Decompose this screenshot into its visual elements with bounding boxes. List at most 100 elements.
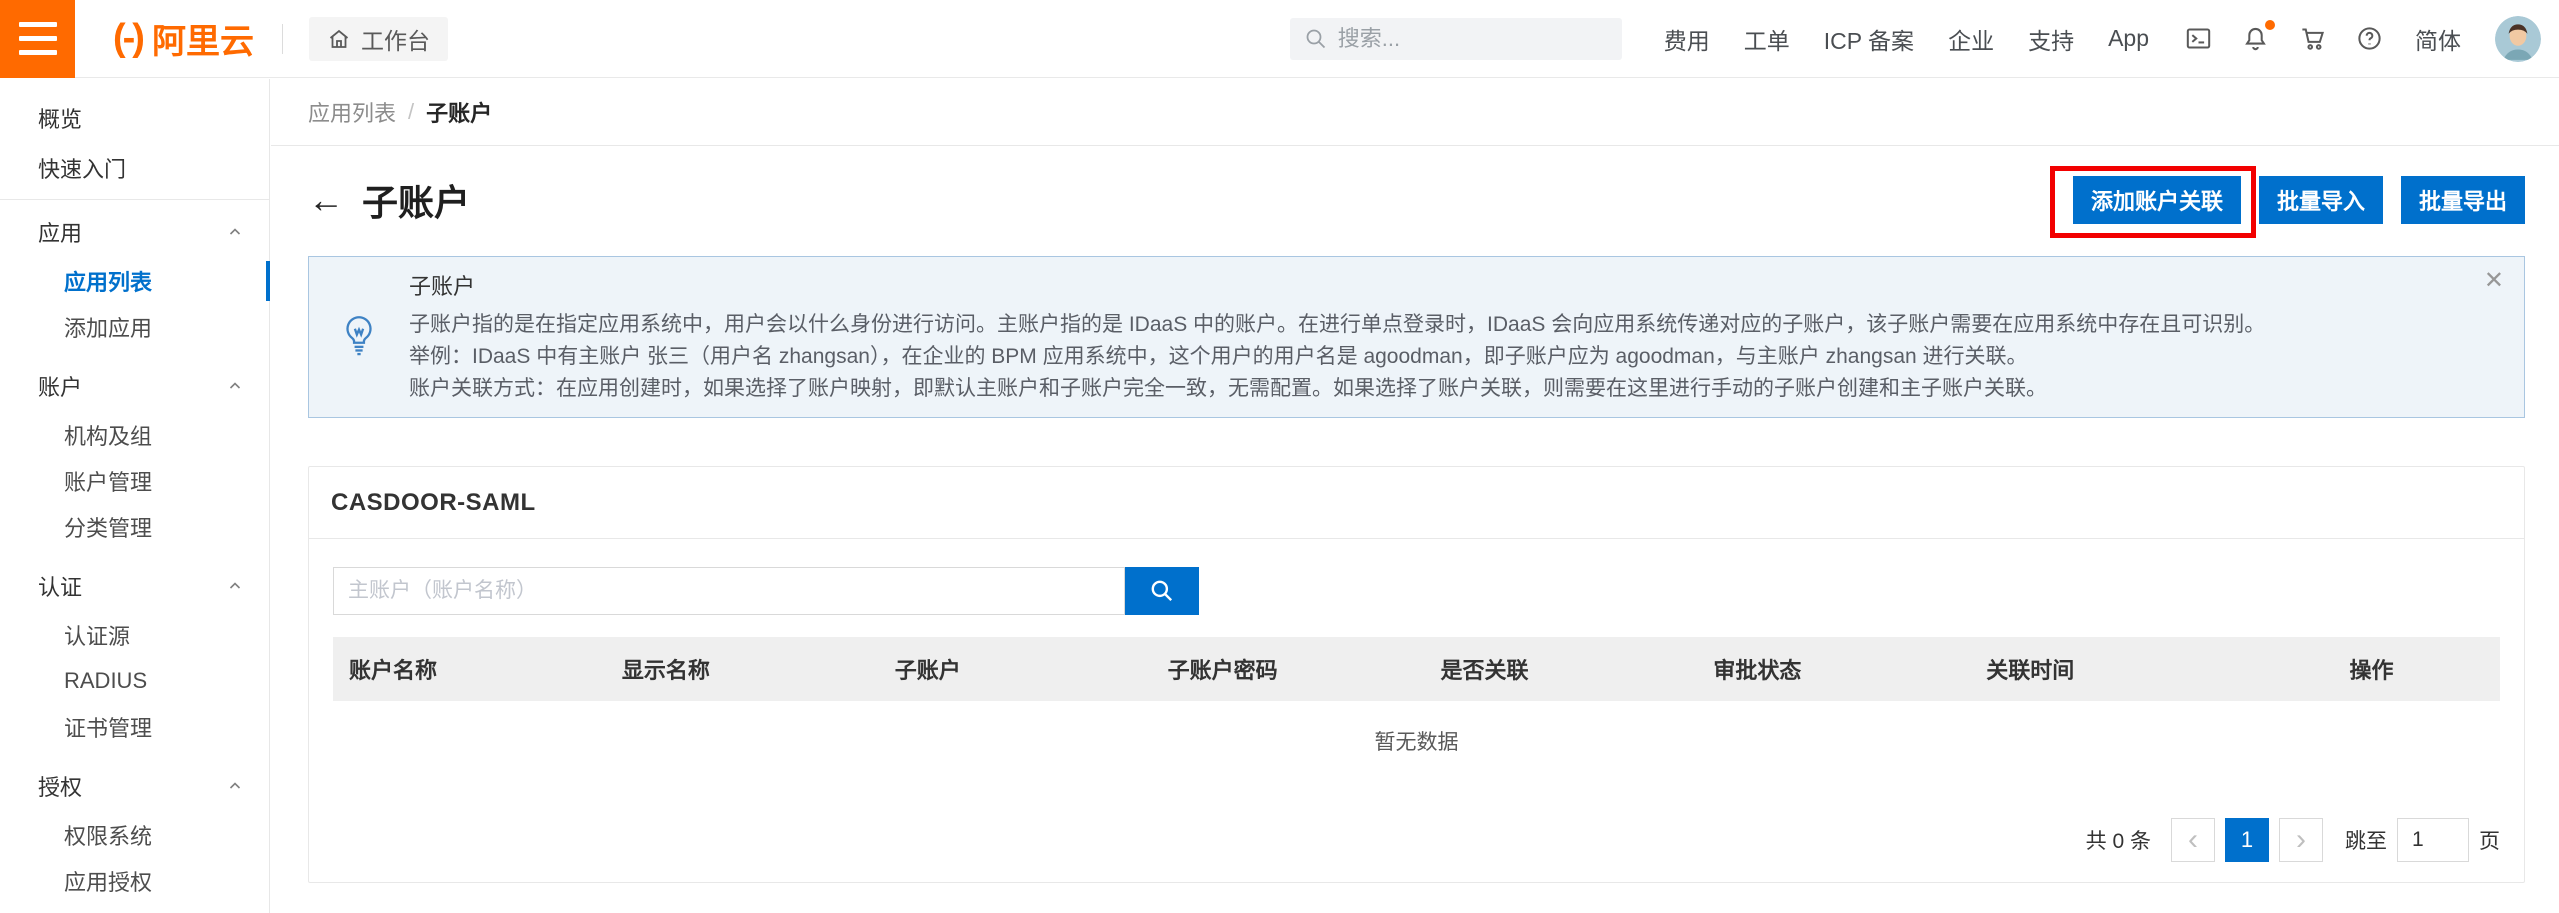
sidebar-item-label: 概览 (38, 102, 82, 134)
home-icon (327, 27, 351, 51)
add-account-link-button[interactable]: 添加账户关联 (2073, 176, 2241, 224)
cart-icon[interactable] (2299, 25, 2326, 52)
action-buttons: 添加账户关联 批量导入 批量导出 (2073, 176, 2525, 224)
sidebar-group-authentication: 认证 认证源 RADIUS 证书管理 (0, 560, 269, 750)
chevron-left-icon: ‹ (2188, 825, 2198, 855)
sidebar-separator (0, 199, 269, 200)
search-button[interactable] (1125, 567, 1199, 615)
application-card: CASDOOR-SAML 账户名称 显示名称 子账户 子账户密码 是否关联 审批… (308, 466, 2525, 883)
sidebar-item-auth-sources[interactable]: 认证源 (0, 612, 269, 658)
sidebar-group-header-applications[interactable]: 应用 (0, 206, 269, 258)
workbench-button[interactable]: 工作台 (309, 17, 448, 61)
notifications-bell-icon[interactable] (2242, 25, 2269, 52)
group-label: 授权 (38, 770, 82, 802)
primary-account-search-input[interactable] (333, 567, 1125, 615)
sidebar-item-label: 应用列表 (64, 265, 152, 297)
sidebar-item-category-management[interactable]: 分类管理 (0, 504, 269, 550)
sidebar-group-header-authorization[interactable]: 授权 (0, 760, 269, 812)
nav-item-billing[interactable]: 费用 (1664, 22, 1710, 56)
sidebar-item-application-list[interactable]: 应用列表 (0, 258, 269, 304)
card-title: CASDOOR-SAML (309, 467, 2524, 539)
sidebar-group-authorization: 授权 权限系统 应用授权 (0, 760, 269, 904)
terminal-icon[interactable] (2185, 25, 2212, 52)
sidebar-group-header-authentication[interactable]: 认证 (0, 560, 269, 612)
sidebar-item-label: 认证源 (64, 619, 130, 651)
lightbulb-icon (339, 314, 379, 360)
brand-logo[interactable]: (-) 阿里云 (113, 14, 254, 63)
sidebar-group-accounts: 账户 机构及组 账户管理 分类管理 (0, 360, 269, 550)
topbar-search-input[interactable] (1338, 26, 1578, 52)
column-header-sub-account-password: 子账户密码 (1152, 653, 1425, 685)
brand-logo-icon: (-) (113, 17, 142, 60)
nav-item-support[interactable]: 支持 (2028, 22, 2074, 56)
search-icon (1304, 27, 1328, 51)
column-header-sub-account: 子账户 (879, 653, 1152, 685)
breadcrumb-separator: / (408, 99, 414, 125)
help-icon[interactable] (2356, 25, 2383, 52)
topbar: (-) 阿里云 工作台 费用 工单 ICP 备案 企业 支持 App (0, 0, 2559, 78)
jump-to-label: 跳至 (2345, 825, 2387, 855)
sidebar-item-account-management[interactable]: 账户管理 (0, 458, 269, 504)
sidebar-item-quickstart[interactable]: 快速入门 (0, 143, 269, 193)
page-header: ← 子账户 添加账户关联 批量导入 批量导出 (271, 172, 2559, 228)
jump-page-input[interactable] (2397, 818, 2469, 862)
batch-import-button[interactable]: 批量导入 (2259, 176, 2383, 224)
user-avatar[interactable] (2495, 16, 2541, 62)
sidebar-item-label: 应用授权 (64, 865, 152, 897)
main-content: 应用列表 / 子账户 ← 子账户 添加账户关联 批量导入 批量导出 (271, 78, 2559, 883)
language-switcher[interactable]: 简体 (2415, 22, 2461, 56)
sidebar-item-permission-systems[interactable]: 权限系统 (0, 812, 269, 858)
column-header-actions: 操作 (2243, 653, 2500, 685)
close-icon[interactable]: ✕ (2484, 269, 2504, 293)
next-page-button[interactable]: › (2279, 818, 2323, 862)
current-page-button[interactable]: 1 (2225, 818, 2269, 862)
chevron-up-icon (227, 578, 243, 594)
chevron-right-icon: › (2296, 825, 2306, 855)
hamburger-menu-icon[interactable] (0, 0, 75, 78)
column-header-link-time: 关联时间 (1970, 653, 2243, 685)
notification-dot (2265, 20, 2275, 30)
pagination: 共 0 条 ‹ 1 › 跳至 页 (2086, 818, 2500, 862)
batch-export-button[interactable]: 批量导出 (2401, 176, 2525, 224)
nav-item-enterprise[interactable]: 企业 (1948, 22, 1994, 56)
column-header-display-name: 显示名称 (606, 653, 879, 685)
account-search-row (333, 567, 2500, 615)
breadcrumb-parent[interactable]: 应用列表 (308, 96, 396, 128)
nav-item-tickets[interactable]: 工单 (1744, 22, 1790, 56)
card-body: 账户名称 显示名称 子账户 子账户密码 是否关联 审批状态 关联时间 操作 暂无… (309, 567, 2524, 781)
brand-name: 阿里云 (152, 14, 254, 63)
topbar-divider (282, 24, 283, 54)
topbar-search (1290, 18, 1622, 60)
breadcrumb: 应用列表 / 子账户 (271, 78, 2559, 146)
banner-line-3: 账户关联方式：在应用创建时，如果选择了账户映射，即默认主账户和子账户完全一致，无… (409, 373, 2265, 405)
sidebar-item-label: 分类管理 (64, 511, 152, 543)
sidebar: 概览 快速入门 应用 应用列表 添加应用 账户 机构及组 账户管理 分类管理 (0, 79, 270, 913)
workbench-label: 工作台 (361, 22, 430, 56)
banner-line-1: 子账户指的是在指定应用系统中，用户会以什么身份进行访问。主账户指的是 IDaaS… (409, 309, 2265, 341)
nav-item-app[interactable]: App (2108, 25, 2149, 52)
sidebar-item-certificate-management[interactable]: 证书管理 (0, 704, 269, 750)
sidebar-item-label: 账户管理 (64, 465, 152, 497)
nav-item-icp[interactable]: ICP 备案 (1824, 22, 1914, 56)
empty-state-text: 暂无数据 (333, 701, 2500, 781)
sidebar-item-radius[interactable]: RADIUS (0, 658, 269, 704)
prev-page-button[interactable]: ‹ (2171, 818, 2215, 862)
sidebar-item-org-groups[interactable]: 机构及组 (0, 412, 269, 458)
sidebar-group-header-accounts[interactable]: 账户 (0, 360, 269, 412)
column-header-approval-status: 审批状态 (1697, 653, 1970, 685)
back-arrow-icon[interactable]: ← (308, 182, 344, 218)
breadcrumb-current: 子账户 (426, 96, 492, 128)
chevron-up-icon (227, 224, 243, 240)
column-header-account-name: 账户名称 (333, 653, 606, 685)
sidebar-item-add-application[interactable]: 添加应用 (0, 304, 269, 350)
sidebar-group-applications: 应用 应用列表 添加应用 (0, 206, 269, 350)
sidebar-item-label: 快速入门 (38, 152, 126, 184)
group-label: 应用 (38, 216, 82, 248)
sidebar-item-overview[interactable]: 概览 (0, 93, 269, 143)
sidebar-item-application-authorization[interactable]: 应用授权 (0, 858, 269, 904)
sidebar-item-label: RADIUS (64, 668, 147, 694)
topbar-nav: 费用 工单 ICP 备案 企业 支持 App (1664, 22, 2149, 56)
active-indicator (266, 261, 270, 301)
group-label: 账户 (38, 370, 82, 402)
page-unit-label: 页 (2479, 825, 2500, 855)
